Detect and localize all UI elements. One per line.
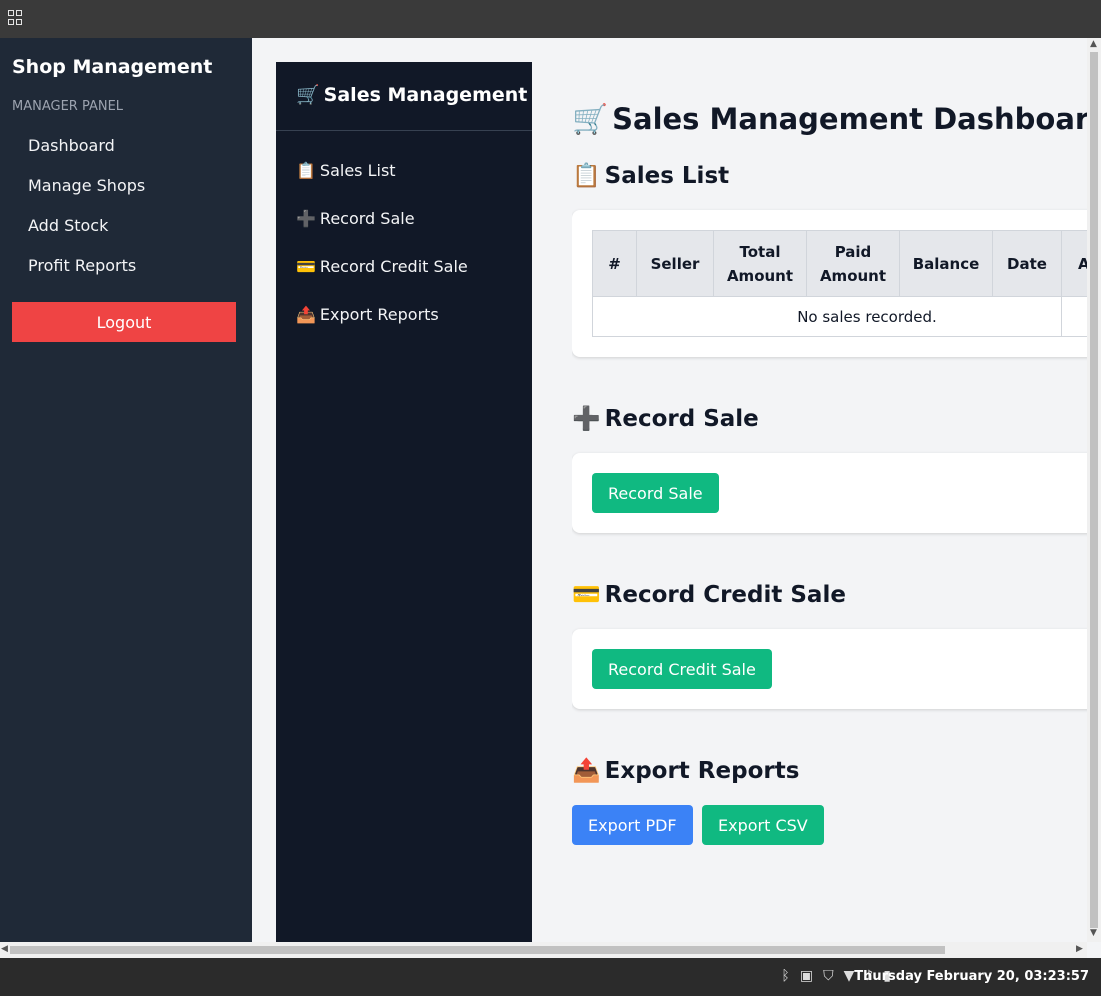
vertical-scrollbar[interactable]: ▲ ▼ <box>1087 38 1101 942</box>
record-sale-button[interactable]: Record Sale <box>592 473 719 513</box>
sidebar-title: Shop Management <box>12 56 213 78</box>
page-title-text: Sales Management Dashboard <box>612 102 1092 136</box>
plus-icon: ➕ <box>572 406 601 432</box>
scroll-down-arrow-icon[interactable]: ▼ <box>1090 928 1097 938</box>
sales-nav-label: Record Sale <box>319 209 415 228</box>
sidebar-item-profit-reports[interactable]: Profit Reports <box>28 255 145 295</box>
cart-icon: 🛒 <box>572 102 609 136</box>
sales-nav-item-export-reports[interactable]: 📤 Export Reports <box>296 305 532 353</box>
record-credit-sale-card: Record Credit Sale <box>572 629 1092 709</box>
table-row: No sales recorded. <box>592 296 1092 337</box>
clock[interactable]: Thursday February 20, 03:23:57 <box>854 969 1089 984</box>
sales-nav-label: Sales List <box>319 161 396 180</box>
sales-sidebar-title: 🛒 Sales Management <box>276 62 532 131</box>
page-title: 🛒 Sales Management Dashboard <box>572 102 1092 137</box>
record-sale-card: Record Sale <box>572 453 1092 533</box>
sidebar-item-add-stock[interactable]: Add Stock <box>28 215 145 255</box>
sidebar-item-manage-shops[interactable]: Manage Shops <box>28 175 145 215</box>
record-credit-sale-heading: 💳 Record Credit Sale <box>572 581 846 608</box>
credit-card-icon: 💳 <box>572 582 601 608</box>
taskbar: ᛒ ▣ ⛉ ▼ ♪ ▮ Thursday February 20, 03:23:… <box>0 958 1101 996</box>
app-grid-icon[interactable] <box>8 10 24 26</box>
top-bar <box>0 0 1101 38</box>
cart-icon: 🛒 <box>296 84 320 106</box>
horizontal-scroll-thumb[interactable] <box>10 946 945 954</box>
export-reports-heading-text: Export Reports <box>604 758 800 784</box>
record-sale-heading: ➕ Record Sale <box>572 405 759 432</box>
sales-list-heading: 📋 Sales List <box>572 162 729 189</box>
column-header: Balance <box>899 230 993 297</box>
scroll-right-arrow-icon[interactable]: ▶ <box>1076 944 1083 954</box>
table-header-row: # Seller Total Amount Paid Amount Balanc… <box>592 230 1092 297</box>
export-csv-button[interactable]: Export CSV <box>702 805 824 845</box>
sales-nav: 📋 Sales List ➕ Record Sale 💳 Record Credit … <box>276 131 532 353</box>
outbox-icon: 📤 <box>296 305 316 324</box>
sales-sidebar-title-text: Sales Management <box>323 84 528 106</box>
manager-sidebar: Shop Management MANAGER PANEL Dashboard … <box>0 38 252 942</box>
column-header: Seller <box>636 230 714 297</box>
sales-nav-label: Export Reports <box>319 305 439 324</box>
sales-nav-item-record-sale[interactable]: ➕ Record Sale <box>296 209 532 257</box>
wifi-icon[interactable]: ▼ <box>844 968 855 984</box>
shield-icon[interactable]: ⛉ <box>823 968 834 984</box>
horizontal-scrollbar[interactable]: ◀ ▶ <box>0 942 1087 958</box>
logout-button[interactable]: Logout <box>12 302 236 342</box>
column-header: Total Amount <box>713 230 807 297</box>
credit-card-icon: 💳 <box>296 257 316 276</box>
scroll-left-arrow-icon[interactable]: ◀ <box>1 944 8 954</box>
record-credit-sale-button[interactable]: Record Credit Sale <box>592 649 772 689</box>
record-sale-heading-text: Record Sale <box>604 406 759 432</box>
outbox-icon: 📤 <box>572 758 601 784</box>
sales-nav-item-record-credit-sale[interactable]: 💳 Record Credit Sale <box>296 257 532 305</box>
main-content: 🛒 Sales Management Dashboard 📋 Sales List … <box>572 62 1092 942</box>
export-pdf-button[interactable]: Export PDF <box>572 805 693 845</box>
column-header: Date <box>992 230 1062 297</box>
sidebar-subtitle: MANAGER PANEL <box>12 99 124 114</box>
sales-sidebar: 🛒 Sales Management 📋 Sales List ➕ Record Sa… <box>276 62 532 942</box>
clipboard-icon: 📋 <box>296 161 316 180</box>
sales-nav-item-sales-list[interactable]: 📋 Sales List <box>296 161 532 209</box>
scroll-up-arrow-icon[interactable]: ▲ <box>1090 39 1097 49</box>
column-header: Paid Amount <box>806 230 900 297</box>
sales-table: # Seller Total Amount Paid Amount Balanc… <box>592 230 1092 337</box>
vertical-scroll-thumb[interactable] <box>1090 52 1098 928</box>
clipboard-icon[interactable]: ▣ <box>800 968 813 984</box>
sales-list-heading-text: Sales List <box>604 163 730 189</box>
clipboard-icon: 📋 <box>572 163 601 189</box>
manager-nav: Dashboard Manage Shops Add Stock Profit … <box>28 135 145 295</box>
export-reports-heading: 📤 Export Reports <box>572 757 799 784</box>
sidebar-item-dashboard[interactable]: Dashboard <box>28 135 145 175</box>
bluetooth-icon[interactable]: ᛒ <box>781 968 789 984</box>
sales-list-card: # Seller Total Amount Paid Amount Balanc… <box>572 210 1092 357</box>
column-header: # <box>592 230 637 297</box>
sales-nav-label: Record Credit Sale <box>319 257 468 276</box>
record-credit-sale-heading-text: Record Credit Sale <box>604 582 846 608</box>
empty-message: No sales recorded. <box>592 296 1062 337</box>
plus-icon: ➕ <box>296 209 316 228</box>
